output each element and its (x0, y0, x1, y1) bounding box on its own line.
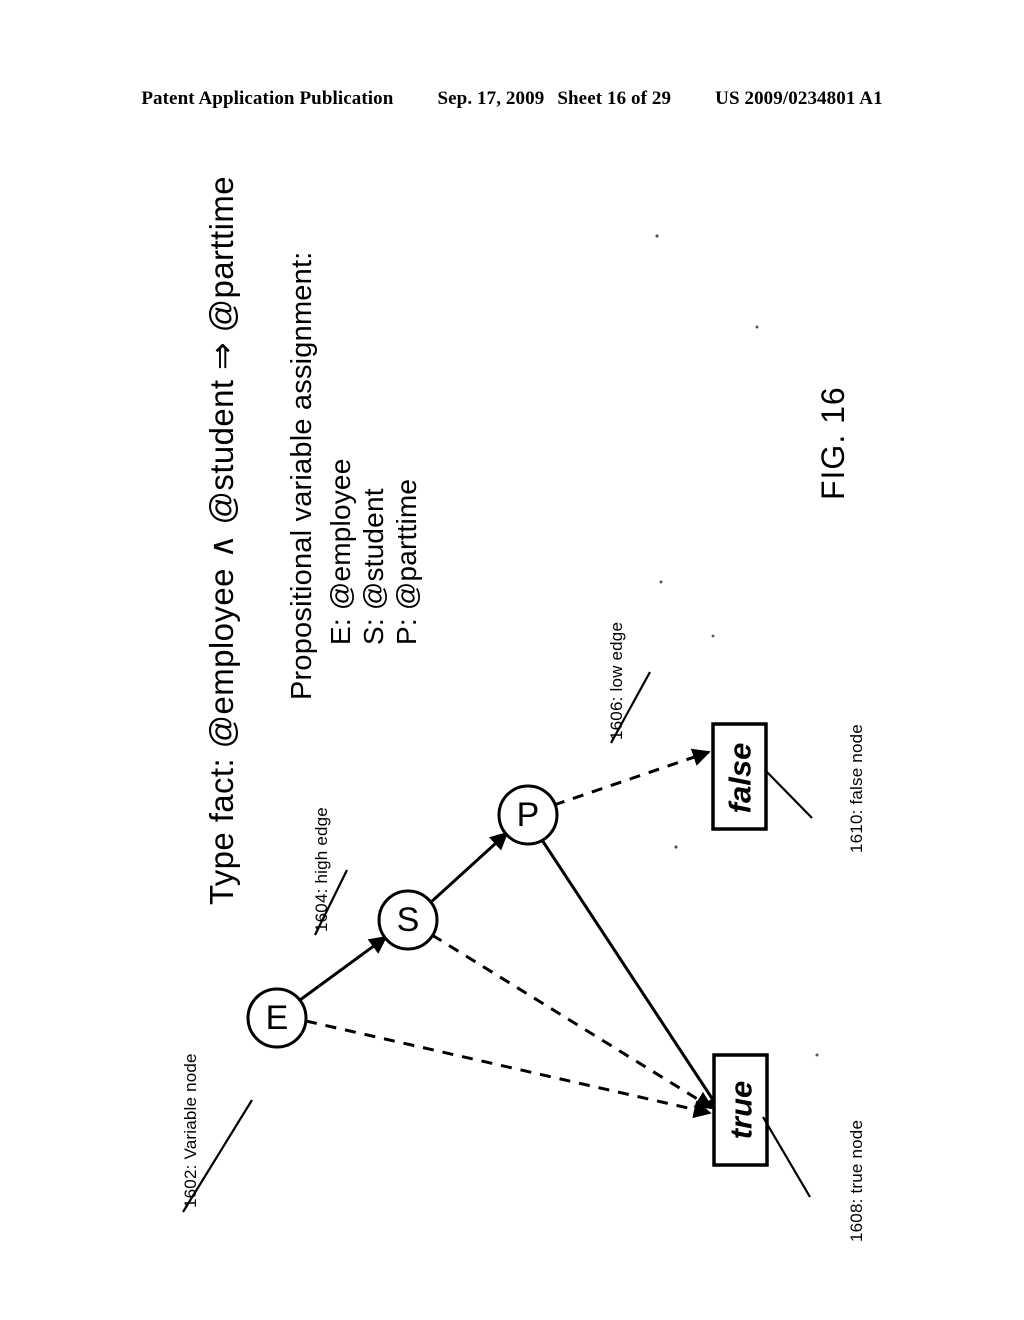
terminal-false-label: false (723, 743, 758, 814)
node-p-label: P (517, 796, 540, 834)
variable-node-p[interactable]: P (497, 784, 559, 846)
terminal-node-true[interactable]: true (712, 1053, 769, 1167)
patent-figure-page: Patent Application Publication Sep. 17, … (0, 0, 1024, 1320)
node-s-label: S (397, 901, 420, 939)
terminal-node-false[interactable]: false (711, 722, 768, 831)
scan-speck (674, 845, 678, 849)
edge-e-to-true-low (305, 1019, 712, 1119)
edge-e-to-s-high (299, 935, 388, 1002)
leader-1602 (182, 1099, 253, 1213)
scan-speck (755, 325, 759, 329)
edge-p-to-true-high (540, 839, 723, 1114)
variable-node-s[interactable]: S (377, 889, 439, 951)
leader-1606 (610, 671, 651, 744)
edge-s-to-p-high (428, 831, 509, 905)
leader-1608 (762, 1116, 811, 1198)
terminal-true-label: true (724, 1081, 759, 1140)
leader-1610 (764, 769, 813, 819)
scan-speck (815, 1053, 819, 1057)
variable-node-e[interactable]: E (246, 987, 308, 1049)
leader-1604 (314, 869, 348, 936)
edge-s-to-true-low (431, 933, 714, 1110)
scan-speck (659, 580, 663, 584)
scan-speck (711, 634, 715, 638)
node-e-label: E (266, 999, 289, 1037)
scan-speck (655, 234, 659, 238)
bdd-diagram: E S P false true (182, 234, 819, 1213)
edge-p-to-false-low (553, 748, 711, 807)
